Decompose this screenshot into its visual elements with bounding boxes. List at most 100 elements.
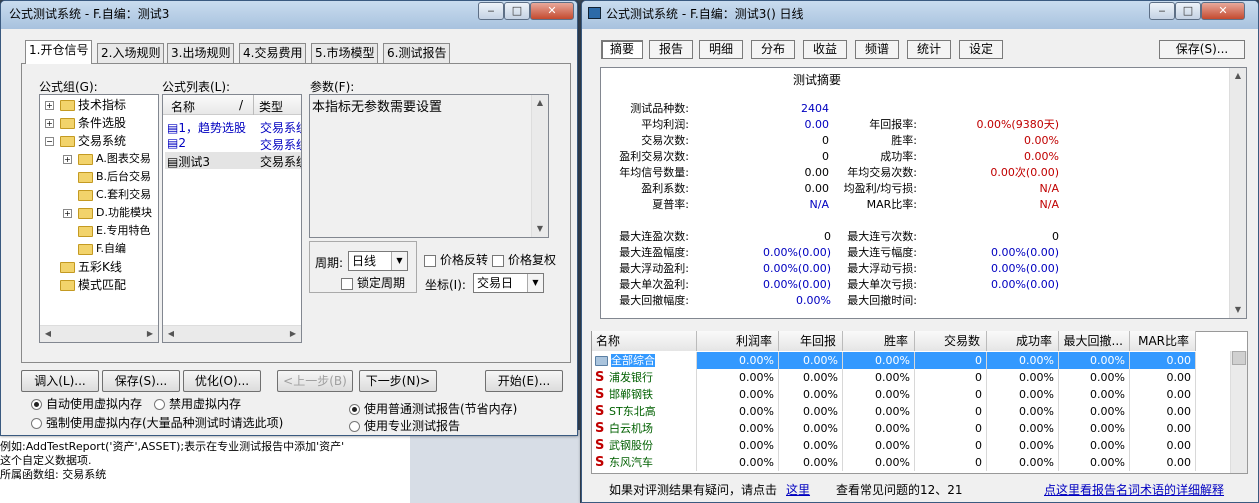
close-icon[interactable]: ✕: [1201, 2, 1245, 20]
scroll-left-icon[interactable]: ◀: [40, 326, 56, 342]
table-row[interactable]: S 浦发银行 0.00% 0.00% 0.00% 0 0.00% 0.00% 0.00: [592, 369, 1237, 386]
table-header-cell[interactable]: 交易数: [915, 331, 987, 351]
checkbox-icon[interactable]: [341, 277, 353, 290]
tree-item-custom[interactable]: F.自编: [78, 241, 126, 257]
table-header-cell[interactable]: 利润率: [697, 331, 779, 351]
list-hscrollbar[interactable]: ◀ ▶: [163, 325, 301, 342]
table-cell-name[interactable]: S 浦发银行: [592, 369, 697, 386]
tab-summary[interactable]: 摘要: [601, 40, 643, 59]
list-header-name[interactable]: 名称: [171, 98, 195, 115]
tree-item-trade-system[interactable]: 交易系统: [60, 133, 126, 149]
radio-auto-vm[interactable]: 自动使用虚拟内存: [31, 395, 142, 412]
param-vscrollbar[interactable]: ▲ ▼: [531, 95, 548, 237]
tab-report[interactable]: 报告: [649, 40, 693, 59]
tab-distribution[interactable]: 分布: [751, 40, 795, 59]
table-row[interactable]: S 东风汽车 0.00% 0.00% 0.00% 0 0.00% 0.00% 0.00: [592, 454, 1237, 471]
scroll-down-icon[interactable]: ▼: [1230, 302, 1246, 318]
radio-icon[interactable]: [154, 399, 165, 410]
list-header-type[interactable]: 类型: [259, 98, 283, 115]
checkbox-icon[interactable]: [424, 254, 436, 267]
tree-item-tech[interactable]: 技术指标: [60, 97, 126, 113]
table-header-cell[interactable]: 年回报: [779, 331, 843, 351]
close-icon[interactable]: ✕: [530, 2, 574, 20]
radio-icon[interactable]: [31, 418, 42, 429]
save-button[interactable]: 保存(S)...: [102, 370, 180, 392]
scroll-right-icon[interactable]: ▶: [285, 326, 301, 342]
radio-icon[interactable]: [349, 404, 360, 415]
scroll-up-icon[interactable]: ▲: [532, 95, 548, 111]
table-cell-name[interactable]: S 东风汽车: [592, 454, 697, 471]
tab-profit[interactable]: 收益: [803, 40, 847, 59]
table-header-cell[interactable]: 名称: [592, 331, 697, 351]
tree-item-pattern[interactable]: 模式匹配: [60, 277, 126, 293]
radio-normal-report[interactable]: 使用普通测试报告(节省内存): [349, 400, 517, 417]
expand-icon[interactable]: +: [63, 209, 72, 218]
chevron-down-icon[interactable]: ▼: [391, 252, 407, 270]
tab-test-report[interactable]: 6.测试报告: [383, 43, 451, 63]
tab-market-model[interactable]: 5.市场模型: [311, 43, 379, 63]
radio-pro-report[interactable]: 使用专业测试报告: [349, 417, 460, 434]
tab-settings[interactable]: 设定: [959, 40, 1003, 59]
tree-item-arbitrage[interactable]: C.套利交易: [78, 187, 151, 203]
tab-trade-fee[interactable]: 4.交易费用: [239, 43, 307, 63]
scroll-left-icon[interactable]: ◀: [163, 326, 179, 342]
table-cell-name[interactable]: 全部综合: [592, 352, 697, 369]
tree-item-select[interactable]: 条件选股: [60, 115, 126, 131]
tab-spectrum[interactable]: 频谱: [855, 40, 899, 59]
lock-period-checkbox[interactable]: 锁定周期: [341, 274, 405, 291]
summary-vscrollbar[interactable]: ▲ ▼: [1229, 68, 1246, 318]
table-cell-name[interactable]: S ST东北高: [592, 403, 697, 420]
table-header-cell[interactable]: 胜率: [843, 331, 915, 351]
tree-item-special[interactable]: E.专用特色: [78, 223, 150, 239]
period-select[interactable]: 日线 ▼: [348, 251, 408, 271]
chevron-down-icon[interactable]: ▼: [527, 274, 543, 292]
radio-icon[interactable]: [349, 421, 360, 432]
tree-item-backend-trade[interactable]: B.后台交易: [78, 169, 151, 185]
radio-disable-vm[interactable]: 禁用虚拟内存: [154, 395, 241, 412]
list-row-name[interactable]: ▤1，趋势选股: [167, 119, 246, 136]
table-header-cell[interactable]: 最大回撤...: [1059, 331, 1130, 351]
tree-item-function[interactable]: D.功能模块: [78, 205, 152, 221]
footer-glossary-link[interactable]: 点这里看报告名词术语的详细解释: [1044, 481, 1224, 498]
tree-hscrollbar[interactable]: ◀ ▶: [40, 325, 158, 342]
tab-detail[interactable]: 明细: [699, 40, 743, 59]
tab-exit-rule[interactable]: 3.出场规则: [167, 43, 235, 63]
tab-open-signal[interactable]: 1.开仓信号: [25, 40, 93, 64]
formula-list[interactable]: 名称 / 类型 ▤1，趋势选股 交易系统 ▤2 交易系统 ▤测试3 交易系统 ◀…: [162, 94, 302, 343]
tab-entry-rule[interactable]: 2.入场规则: [97, 43, 165, 63]
radio-force-vm[interactable]: 强制使用虚拟内存(大量品种测试时请选此项): [31, 414, 283, 431]
checkbox-icon[interactable]: [492, 254, 504, 267]
list-row-name[interactable]: ▤2: [167, 136, 186, 150]
maximize-icon[interactable]: □: [1175, 2, 1201, 20]
table-row[interactable]: 全部综合 0.00% 0.00% 0.00% 0 0.00% 0.00% 0.00: [592, 352, 1237, 369]
coord-select[interactable]: 交易日 ▼: [473, 273, 544, 293]
table-row[interactable]: S 武钢股份 0.00% 0.00% 0.00% 0 0.00% 0.00% 0.00: [592, 437, 1237, 454]
price-recover-checkbox[interactable]: 价格复权: [492, 251, 556, 268]
table-row[interactable]: S ST东北高 0.00% 0.00% 0.00% 0 0.00% 0.00% 0.00: [592, 403, 1237, 420]
radio-icon[interactable]: [31, 399, 42, 410]
start-button[interactable]: 开始(E)...: [485, 370, 563, 392]
tree-item-kline[interactable]: 五彩K线: [60, 259, 122, 275]
scroll-up-icon[interactable]: ▲: [1230, 68, 1246, 84]
table-cell-name[interactable]: S 邯郸钢铁: [592, 386, 697, 403]
scroll-down-icon[interactable]: ▼: [532, 221, 548, 237]
expand-icon[interactable]: +: [45, 119, 54, 128]
prev-step-button[interactable]: <上一步(B): [277, 370, 353, 392]
table-row[interactable]: S 邯郸钢铁 0.00% 0.00% 0.00% 0 0.00% 0.00% 0.00: [592, 386, 1237, 403]
minimize-icon[interactable]: ‒: [1149, 2, 1175, 20]
tab-statistics[interactable]: 统计: [907, 40, 951, 59]
next-step-button[interactable]: 下一步(N)>: [359, 370, 437, 392]
minimize-icon[interactable]: ‒: [478, 2, 504, 20]
scroll-right-icon[interactable]: ▶: [142, 326, 158, 342]
table-header-cell[interactable]: 成功率: [987, 331, 1059, 351]
footer-link-here[interactable]: 这里: [786, 481, 810, 498]
save-report-button[interactable]: 保存(S)...: [1159, 40, 1245, 59]
tree-item-chart-trade[interactable]: A.图表交易: [78, 151, 151, 167]
collapse-icon[interactable]: −: [45, 137, 54, 146]
price-reverse-checkbox[interactable]: 价格反转: [424, 251, 488, 268]
optimize-button[interactable]: 优化(O)...: [183, 370, 261, 392]
table-cell-name[interactable]: S 武钢股份: [592, 437, 697, 454]
table-row[interactable]: S 白云机场 0.00% 0.00% 0.00% 0 0.00% 0.00% 0.00: [592, 420, 1237, 437]
expand-icon[interactable]: +: [63, 155, 72, 164]
formula-group-tree[interactable]: + 技术指标 + 条件选股 − 交易系统 + A.图表交易 B.后台交易 C.套…: [39, 94, 159, 343]
